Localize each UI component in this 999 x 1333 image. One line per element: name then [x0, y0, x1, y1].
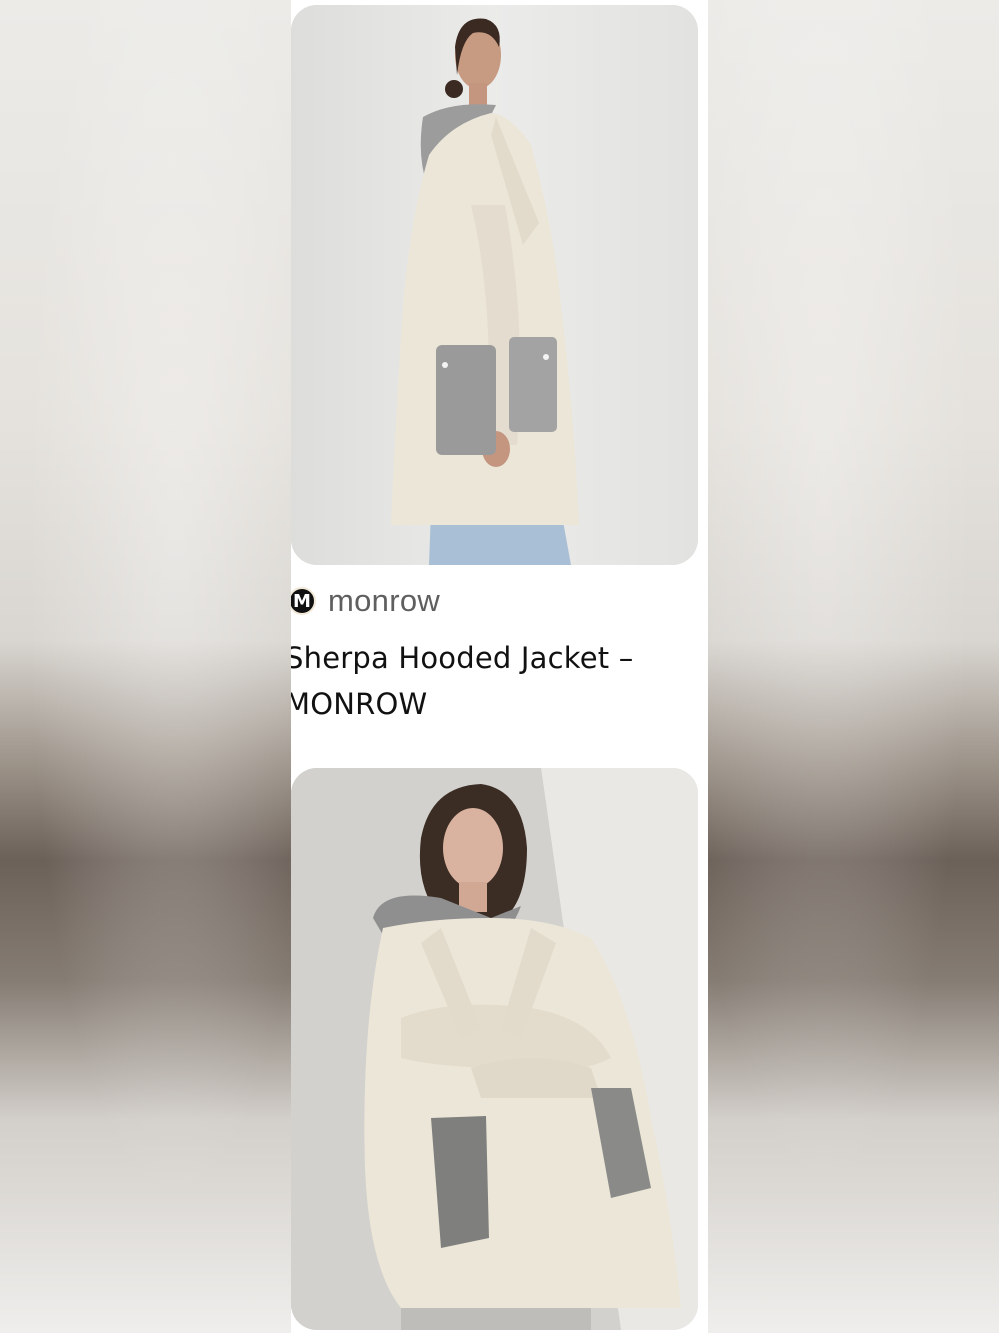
coat-photo-side-view	[291, 5, 698, 565]
pin-source[interactable]: M monrow	[291, 583, 440, 619]
pin-feed[interactable]: M monrow Sherpa Hooded Jacket – MONROW	[291, 0, 708, 1333]
source-name[interactable]: monrow	[328, 583, 440, 619]
blurred-background-right	[707, 0, 999, 1333]
pin-image[interactable]	[291, 5, 698, 565]
coat-photo-front-view	[291, 768, 698, 1330]
pin-card[interactable]	[291, 768, 698, 1330]
pin-image[interactable]	[291, 768, 698, 1330]
pin-title[interactable]: Sherpa Hooded Jacket – MONROW	[291, 635, 695, 727]
pin-card[interactable]: M monrow Sherpa Hooded Jacket – MONROW	[291, 5, 698, 721]
source-avatar[interactable]: M	[291, 587, 316, 615]
blurred-background-left	[0, 0, 292, 1333]
